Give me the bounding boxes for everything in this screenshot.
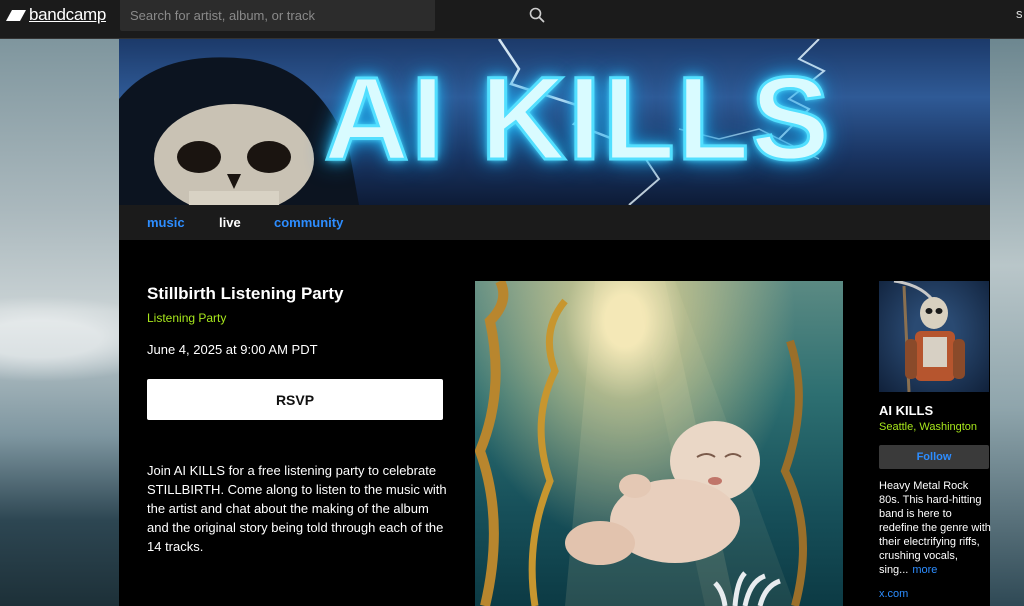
event-artwork [475, 281, 843, 606]
rsvp-button[interactable]: RSVP [147, 379, 443, 420]
event-date: June 4, 2025 at 9:00 AM PDT [147, 342, 318, 357]
main-content: AI KILLS music live community Stillbirth… [119, 39, 991, 606]
nav-live[interactable]: live [219, 215, 241, 230]
event-type: Listening Party [147, 311, 227, 325]
page-background-image-right [990, 39, 1024, 606]
bandcamp-logo-icon [6, 9, 26, 21]
artist-bio: Heavy Metal Rock 80s. This hard-hitting … [879, 479, 991, 577]
event-artwork-illustration [475, 281, 807, 606]
bandcamp-logo[interactable]: bandcamp [6, 5, 106, 25]
follow-button[interactable]: Follow [879, 445, 989, 469]
nav-community[interactable]: community [274, 215, 343, 230]
artist-nav: music live community [119, 205, 990, 240]
top-bar: bandcamp s [0, 0, 1024, 39]
artist-image[interactable] [879, 281, 989, 392]
artist-bio-text: Heavy Metal Rock 80s. This hard-hitting … [879, 480, 991, 576]
top-right-partial-text[interactable]: s [1016, 6, 1023, 21]
event-title: Stillbirth Listening Party [147, 284, 344, 303]
artist-banner: AI KILLS [119, 39, 990, 205]
artist-name[interactable]: AI KILLS [879, 403, 933, 418]
artist-image-illustration [893, 281, 965, 392]
bio-more-link[interactable]: more [912, 564, 937, 576]
banner-title: AI KILLS [323, 53, 832, 185]
event-description: Join AI KILLS for a free listening party… [147, 463, 447, 554]
search-input[interactable] [120, 0, 400, 31]
artist-location: Seattle, Washington [879, 421, 978, 433]
logo-text: bandcamp [29, 5, 106, 24]
search-bar [120, 0, 545, 31]
search-icon[interactable] [529, 7, 545, 23]
artist-external-link[interactable]: x.com [879, 588, 908, 600]
nav-music[interactable]: music [147, 215, 185, 230]
